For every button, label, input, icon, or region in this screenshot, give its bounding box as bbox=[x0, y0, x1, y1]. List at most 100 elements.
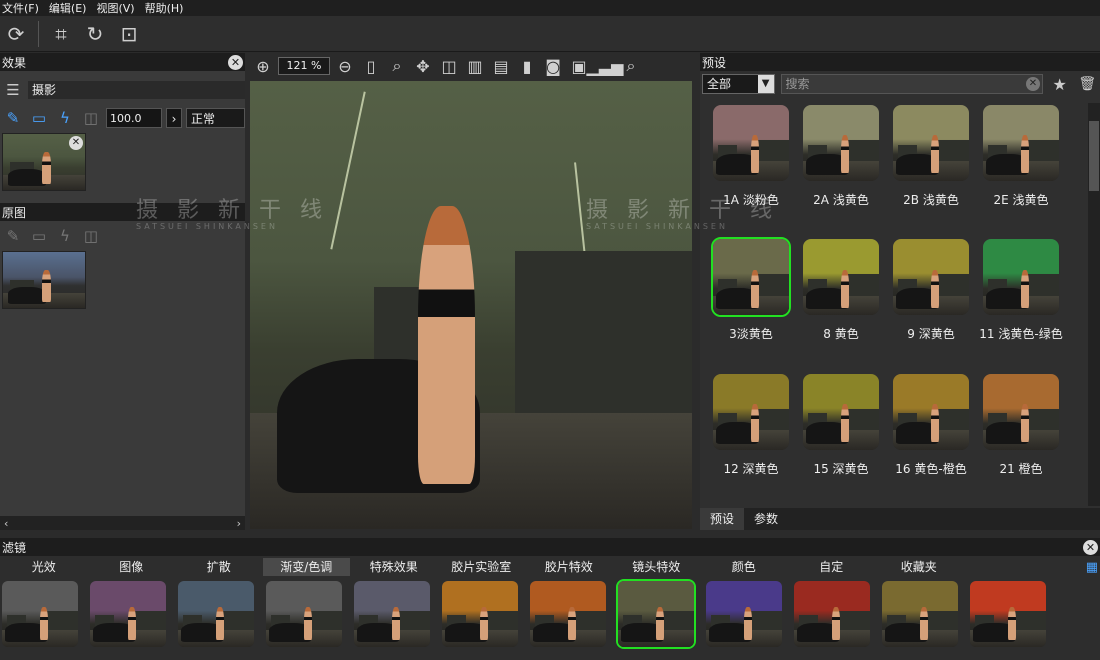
preset-thumbnail[interactable] bbox=[891, 103, 971, 183]
preset-item[interactable]: 21 橙色 bbox=[976, 372, 1066, 502]
filter-category-tab[interactable]: 胶片实验室 bbox=[438, 558, 526, 576]
filter-category-tab[interactable]: 扩散 bbox=[175, 558, 263, 576]
fit-icon[interactable]: ▯ bbox=[360, 55, 382, 77]
filter-category-tab[interactable]: 渐变/色调 bbox=[262, 558, 350, 576]
menu-edit[interactable]: 编辑(E) bbox=[49, 0, 87, 16]
preset-thumbnail[interactable] bbox=[891, 372, 971, 452]
preset-scroll-thumb[interactable] bbox=[1089, 121, 1099, 191]
preset-item[interactable]: 15 深黄色 bbox=[796, 372, 886, 502]
scroll-left-icon[interactable]: ‹ bbox=[4, 517, 8, 530]
zoom-in-icon[interactable]: ⊕ bbox=[252, 55, 274, 77]
fit-screen-icon[interactable]: ⊡ bbox=[115, 20, 143, 48]
crop-icon[interactable]: ⌗ bbox=[47, 20, 75, 48]
refresh-icon[interactable]: ⟳ bbox=[2, 20, 30, 48]
preset-item[interactable]: 3淡黄色 bbox=[706, 237, 796, 367]
rotate-icon[interactable]: ↻ bbox=[81, 20, 109, 48]
preset-label: 11 浅黄色-绿色 bbox=[979, 327, 1063, 342]
preset-item[interactable]: 11 浅黄色-绿色 bbox=[976, 237, 1066, 367]
trash-icon[interactable]: 🗑 bbox=[1076, 74, 1098, 94]
preset-search-input[interactable]: 搜索 ✕ bbox=[780, 74, 1043, 94]
zoom-out-icon[interactable]: ⊖ bbox=[334, 55, 356, 77]
favorite-star-icon[interactable]: ★ bbox=[1049, 74, 1071, 94]
filter-thumbnail[interactable] bbox=[88, 579, 168, 649]
scroll-right-icon[interactable]: › bbox=[237, 517, 241, 530]
preset-thumbnail[interactable] bbox=[981, 237, 1061, 317]
filter-thumbnail[interactable] bbox=[0, 579, 80, 649]
preset-thumbnail[interactable] bbox=[711, 237, 791, 318]
filter-category-tab[interactable]: 光效 bbox=[0, 558, 88, 576]
preset-item[interactable]: 1A 淡粉色 bbox=[706, 103, 796, 233]
close-icon[interactable]: ✕ bbox=[228, 54, 243, 70]
monitor-icon[interactable]: ▭ bbox=[28, 108, 50, 128]
filter-category-tab[interactable]: 胶片特效 bbox=[525, 558, 613, 576]
preset-thumbnail[interactable] bbox=[891, 237, 971, 317]
histogram-icon[interactable]: ▁▃▅ bbox=[587, 55, 624, 77]
menu-file[interactable]: 文件(F) bbox=[2, 0, 39, 16]
preset-item[interactable]: 2A 浅黄色 bbox=[796, 103, 886, 233]
preset-thumbnail[interactable] bbox=[711, 103, 791, 183]
filter-thumbnail[interactable] bbox=[528, 579, 608, 649]
preview-image[interactable] bbox=[250, 81, 692, 529]
preset-scrollbar[interactable] bbox=[1088, 103, 1100, 506]
pan-icon[interactable]: ✥ bbox=[412, 55, 434, 77]
filter-thumbnail[interactable] bbox=[616, 579, 696, 649]
filter-category-tab[interactable]: 颜色 bbox=[700, 558, 788, 576]
preset-item[interactable]: 8 黄色 bbox=[796, 237, 886, 367]
tab-parameters[interactable]: 参数 bbox=[744, 508, 788, 530]
split-horizontal-icon[interactable]: ▤ bbox=[490, 55, 512, 77]
menu-view[interactable]: 视图(V) bbox=[96, 0, 134, 16]
original-thumbnail[interactable] bbox=[2, 251, 86, 309]
preset-thumbnail[interactable] bbox=[801, 372, 881, 452]
filter-thumbnail[interactable] bbox=[704, 579, 784, 649]
preset-thumbnail[interactable] bbox=[801, 103, 881, 183]
preset-item[interactable]: 12 深黄色 bbox=[706, 372, 796, 502]
tab-presets[interactable]: 预设 bbox=[700, 508, 745, 530]
preset-thumbnail[interactable] bbox=[711, 372, 791, 452]
watermark-subtitle: SATSUEI SHINKANSEN bbox=[586, 222, 728, 231]
preset-category-select[interactable]: 全部 ▼ bbox=[702, 74, 775, 94]
filter-thumbnail[interactable] bbox=[176, 579, 256, 649]
thumbnail-image bbox=[970, 581, 1046, 647]
preset-thumbnail[interactable] bbox=[981, 103, 1061, 183]
split-vertical-icon[interactable]: ▥ bbox=[464, 55, 486, 77]
layer-list-icon[interactable]: ☰ bbox=[2, 80, 24, 100]
preset-thumbnail[interactable] bbox=[981, 372, 1061, 452]
remove-effect-icon[interactable]: ✕ bbox=[69, 136, 83, 150]
blend-mode-select[interactable]: 正常 bbox=[186, 108, 245, 128]
filter-thumbnail[interactable] bbox=[968, 579, 1048, 649]
chevron-down-icon[interactable]: ▼ bbox=[757, 75, 774, 93]
clear-search-icon[interactable]: ✕ bbox=[1025, 77, 1040, 91]
preset-thumbnail[interactable] bbox=[801, 237, 881, 317]
filter-thumbnail[interactable] bbox=[352, 579, 432, 649]
mask-icon[interactable]: ◫ bbox=[80, 108, 102, 128]
grid-view-icon[interactable]: ▦ bbox=[1086, 560, 1098, 575]
filter-category-tab[interactable]: 自定 bbox=[788, 558, 876, 576]
filter-category-tab[interactable]: 收藏夹 bbox=[875, 558, 963, 576]
lightning-icon[interactable]: ϟ bbox=[54, 108, 76, 128]
edit-mask-icon[interactable]: ✎ bbox=[2, 108, 24, 128]
zoom-level-input[interactable]: 121 % bbox=[278, 57, 330, 75]
split-view-icon[interactable]: ◫ bbox=[438, 55, 460, 77]
filter-thumbnail[interactable] bbox=[880, 579, 960, 649]
preset-item[interactable]: 16 黄色-橙色 bbox=[886, 372, 976, 502]
menu-help[interactable]: 帮助(H) bbox=[145, 0, 184, 16]
filter-thumbnail[interactable] bbox=[792, 579, 872, 649]
camera-icon[interactable]: ◙ bbox=[542, 55, 564, 77]
filter-category-tab[interactable]: 特殊效果 bbox=[350, 558, 438, 576]
opacity-input[interactable]: 100.0 bbox=[106, 108, 162, 128]
filter-category-tab[interactable]: 镜头特效 bbox=[613, 558, 701, 576]
opacity-increase-button[interactable]: › bbox=[166, 108, 182, 128]
close-icon[interactable]: ✕ bbox=[1083, 539, 1098, 555]
magnifier-icon[interactable]: ⌕ bbox=[386, 55, 408, 77]
preset-item[interactable]: 9 深黄色 bbox=[886, 237, 976, 367]
filter-category-tab[interactable]: 图像 bbox=[88, 558, 176, 576]
left-panel-scrollbar[interactable]: ‹ › bbox=[0, 516, 245, 530]
filter-thumbnail[interactable] bbox=[440, 579, 520, 649]
preset-item[interactable]: 2E 浅黄色 bbox=[976, 103, 1066, 233]
single-view-icon[interactable]: ▮ bbox=[516, 55, 538, 77]
layer-name-field[interactable]: 摄影 bbox=[28, 81, 245, 99]
loupe-icon[interactable]: ⌕ bbox=[620, 55, 642, 77]
filter-thumbnail[interactable] bbox=[264, 579, 344, 649]
preset-item[interactable]: 2B 浅黄色 bbox=[886, 103, 976, 233]
effect-layer-thumbnail[interactable]: ✕ bbox=[2, 133, 86, 191]
